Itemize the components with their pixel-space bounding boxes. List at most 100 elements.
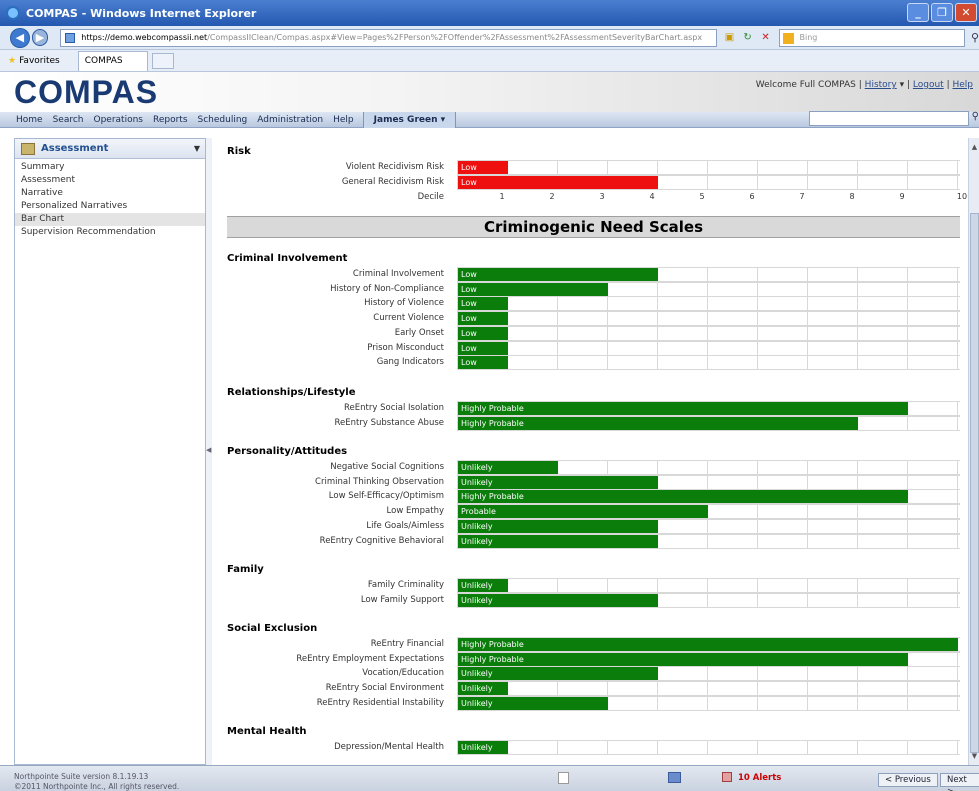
grid-cell <box>708 282 758 296</box>
score-bar: Low <box>458 297 508 311</box>
sidebar-dropdown-icon[interactable]: ▼ <box>194 144 200 153</box>
header-search-input[interactable] <box>809 111 969 126</box>
grid-cell <box>608 741 658 754</box>
footer: Northpointe Suite version 8.1.19.13 ©201… <box>0 765 979 791</box>
decile-grid: Highly Probable <box>457 401 960 416</box>
grid-cell <box>908 461 958 474</box>
grid-cell <box>658 356 708 370</box>
grid-cell <box>558 682 608 696</box>
grid-cell <box>558 579 608 592</box>
stop-icon[interactable]: ✕ <box>759 31 773 45</box>
row-label: Prison Misconduct <box>367 342 444 353</box>
grid-cell <box>858 175 908 189</box>
menu-item-operations[interactable]: Operations <box>89 115 148 125</box>
minimize-icon[interactable]: _ <box>907 3 929 22</box>
browser-tab[interactable]: COMPAS <box>77 50 148 71</box>
grid-cell <box>858 534 908 548</box>
previous-button[interactable]: < Previous <box>878 773 938 787</box>
close-icon[interactable]: ✕ <box>955 3 977 22</box>
search-icon[interactable]: ⚲ <box>971 31 979 44</box>
search-field[interactable]: Bing <box>778 28 965 47</box>
grid-cell <box>758 519 808 533</box>
score-bar: Unlikely <box>458 667 658 681</box>
url-field[interactable]: https://demo.webcompassii.net/CompassIIC… <box>60 28 717 47</box>
forward-icon[interactable]: ▶ <box>31 29 49 46</box>
collapse-arrow-icon[interactable]: ◀ <box>206 446 211 454</box>
scrollbar-thumb[interactable] <box>970 213 979 753</box>
decile-grid: Probable <box>457 504 960 520</box>
lock-icon[interactable]: ▣ <box>723 31 737 45</box>
grid-cell <box>808 667 858 681</box>
refresh-icon[interactable]: ↻ <box>741 31 755 45</box>
top-links: Welcome Full COMPAS | History ▾ | Logout… <box>755 80 973 90</box>
score-bar: Highly Probable <box>458 402 908 415</box>
score-bar: Highly Probable <box>458 652 908 666</box>
sidebar-item-narrative[interactable]: Narrative <box>15 187 205 200</box>
favorites-button[interactable]: Favorites <box>19 56 60 66</box>
sidebar-item-summary[interactable]: Summary <box>15 161 205 174</box>
new-tab-button[interactable] <box>151 52 174 69</box>
next-button[interactable]: Next > <box>940 773 979 791</box>
scroll-down-icon[interactable]: ▼ <box>970 751 979 761</box>
grid-cell <box>908 341 958 355</box>
decile-grid: Unlikely <box>457 518 960 534</box>
document-icon[interactable] <box>558 772 569 784</box>
history-dropdown-icon[interactable]: ▾ <box>900 80 905 90</box>
logout-link[interactable]: Logout <box>913 80 944 90</box>
menu-item-search[interactable]: Search <box>48 115 89 125</box>
menu-item-scheduling[interactable]: Scheduling <box>193 115 253 125</box>
history-link[interactable]: History <box>865 80 897 90</box>
grid-cell <box>908 652 958 666</box>
menu-item-administration[interactable]: Administration <box>252 115 328 125</box>
decile-grid: Unlikely <box>457 592 960 608</box>
scroll-up-icon[interactable]: ▲ <box>970 142 979 152</box>
grid-cell <box>908 667 958 681</box>
grid-cell <box>658 534 708 548</box>
row-label: History of Non-Compliance <box>330 283 444 294</box>
back-icon[interactable]: ◀ <box>10 27 30 48</box>
sidebar-item-supervision-recommendation[interactable]: Supervision Recommendation <box>15 226 205 239</box>
maximize-icon[interactable]: ❐ <box>931 3 953 22</box>
row-label: Vocation/Education <box>362 668 444 679</box>
decile-tick: 10 <box>956 192 968 201</box>
grid-cell <box>758 175 808 189</box>
decile-grid: Low <box>457 174 960 190</box>
sidebar-item-bar-chart[interactable]: Bar Chart <box>15 213 205 226</box>
sidebar-item-assessment[interactable]: Assessment <box>15 174 205 187</box>
header-search-icon[interactable]: ⚲ <box>972 111 979 122</box>
grid-cell <box>708 534 758 548</box>
grid-cell <box>658 326 708 340</box>
grid-cell <box>908 175 958 189</box>
decile-grid: Unlikely <box>457 740 960 755</box>
menu-item-help[interactable]: Help <box>328 115 359 125</box>
window-titlebar: COMPAS - Windows Internet Explorer _ ❐ ✕ <box>0 0 979 26</box>
message-icon[interactable] <box>668 772 681 783</box>
score-bar: Unlikely <box>458 579 508 592</box>
sidebar-item-personalized-narratives[interactable]: Personalized Narratives <box>15 200 205 213</box>
row-label: Current Violence <box>373 313 444 324</box>
grid-cell <box>808 268 858 281</box>
active-person-dropdown-icon[interactable]: ▾ <box>438 115 446 125</box>
row-label: Low Family Support <box>360 594 444 605</box>
grid-cell <box>558 341 608 355</box>
menu-item-reports[interactable]: Reports <box>148 115 193 125</box>
grid-cell <box>758 461 808 474</box>
menu-item-home[interactable]: Home <box>0 115 48 125</box>
grid-cell <box>558 461 608 474</box>
vertical-scrollbar[interactable]: ▲ ▼ <box>968 138 979 765</box>
grid-cell <box>758 593 808 607</box>
menu-item-active-person[interactable]: James Green ▾ <box>362 111 457 128</box>
alerts-link[interactable]: 10 Alerts <box>722 772 781 783</box>
decile-grid: Unlikely <box>457 460 960 475</box>
sidebar-header[interactable]: Assessment ▼ <box>15 139 205 159</box>
decile-grid: Unlikely <box>457 474 960 490</box>
grid-cell <box>608 461 658 474</box>
grid-cell <box>658 519 708 533</box>
grid-cell <box>908 741 958 754</box>
grid-cell <box>808 519 858 533</box>
grid-cell <box>708 579 758 592</box>
favorites-star-icon[interactable]: ★ <box>8 56 16 66</box>
grid-cell <box>658 461 708 474</box>
window-title: COMPAS - Windows Internet Explorer <box>26 6 257 20</box>
help-link[interactable]: Help <box>952 80 973 90</box>
